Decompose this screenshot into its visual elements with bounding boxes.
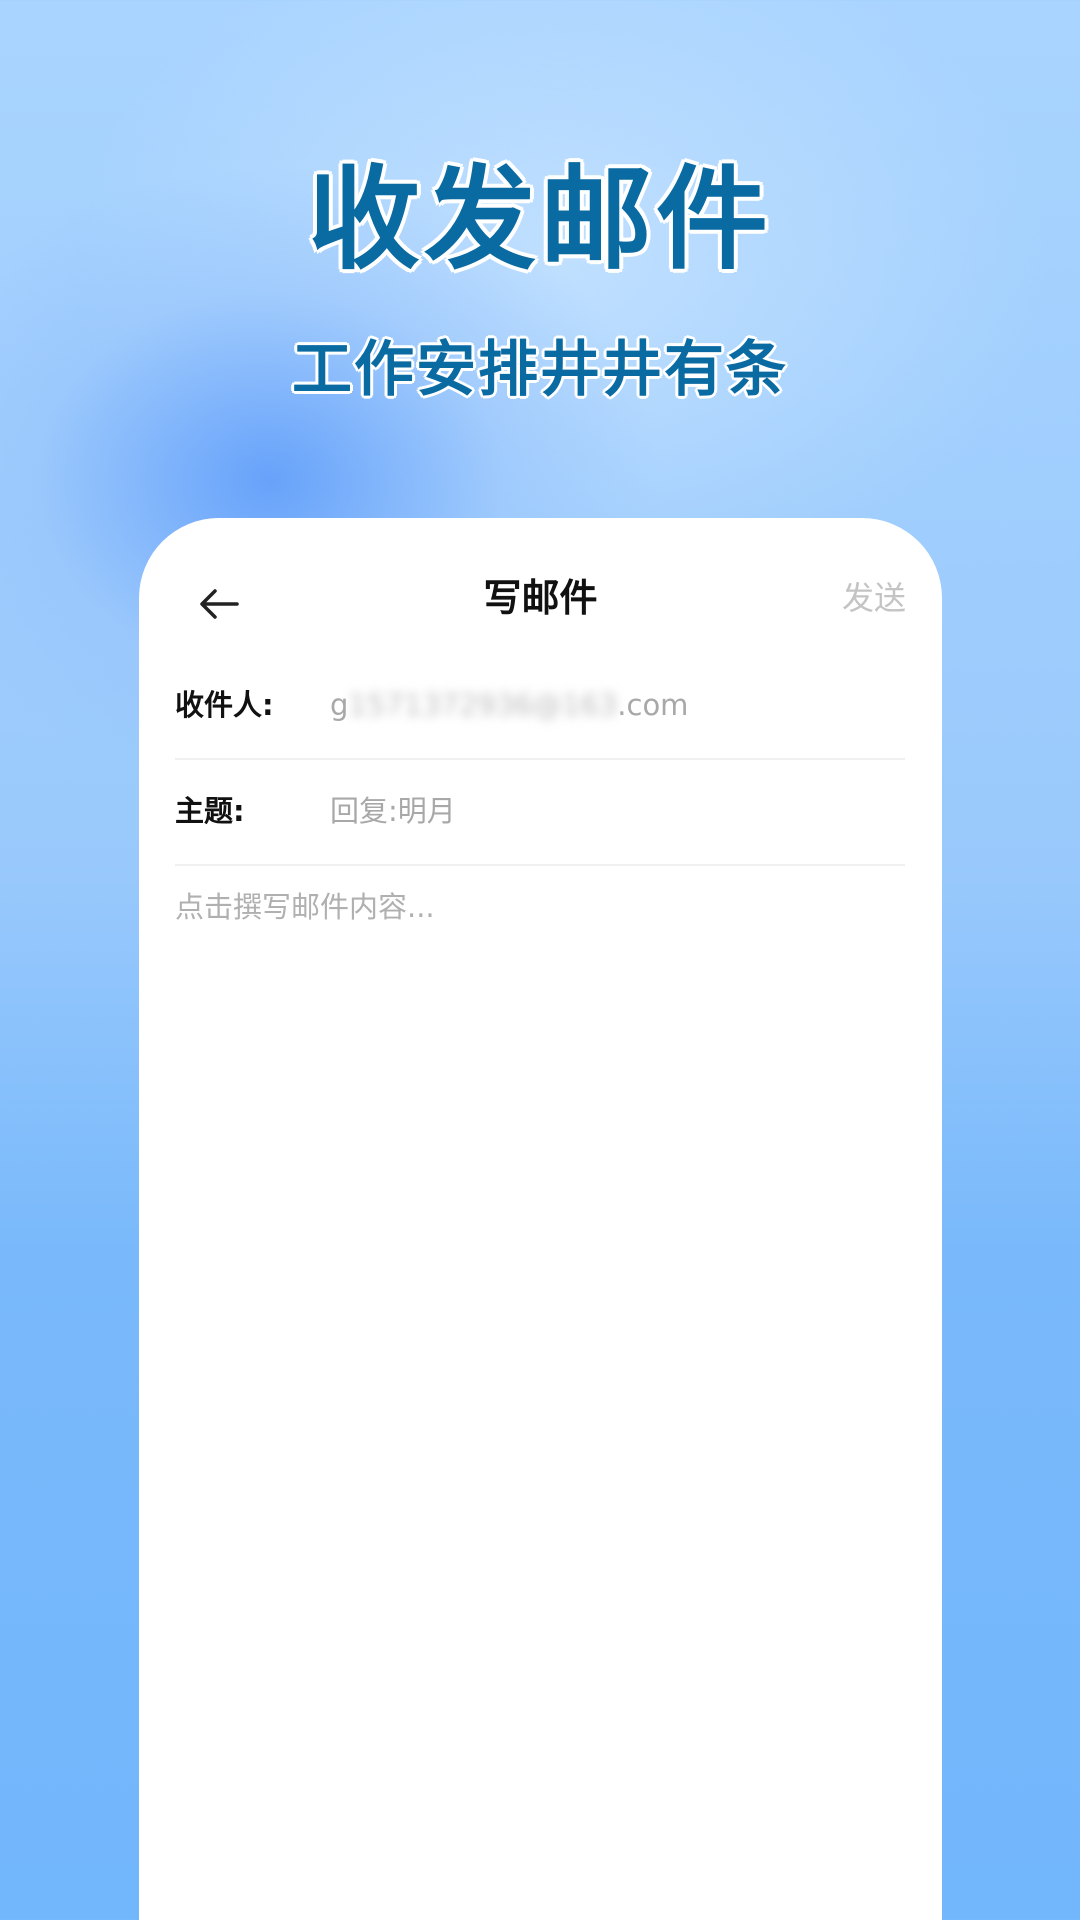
recipient-masked: 1571372936@163 bbox=[348, 688, 618, 722]
recipient-label: 收件人: bbox=[175, 688, 274, 722]
send-button[interactable]: 发送 bbox=[842, 570, 906, 626]
subject-label: 主题: bbox=[175, 794, 245, 828]
promo-title: 收发邮件 bbox=[308, 155, 772, 285]
compose-screen: 写邮件 发送 收件人: g1571372936@163.com 主题: 回复:明… bbox=[139, 518, 942, 1920]
mail-body-input[interactable]: 点击撰写邮件内容... bbox=[175, 882, 905, 932]
page-title: 写邮件 bbox=[483, 576, 598, 620]
recipient-suffix: .com bbox=[617, 688, 689, 722]
subject-row: 主题: 回复:明月 bbox=[175, 758, 905, 866]
recipient-prefix: g bbox=[330, 688, 349, 722]
recipient-row: 收件人: g1571372936@163.com bbox=[175, 652, 905, 760]
subject-field[interactable]: 回复:明月 bbox=[330, 786, 456, 836]
recipient-field[interactable]: g1571372936@163.com bbox=[330, 680, 688, 730]
promo-subtitle: 工作安排井井有条 bbox=[292, 335, 788, 405]
